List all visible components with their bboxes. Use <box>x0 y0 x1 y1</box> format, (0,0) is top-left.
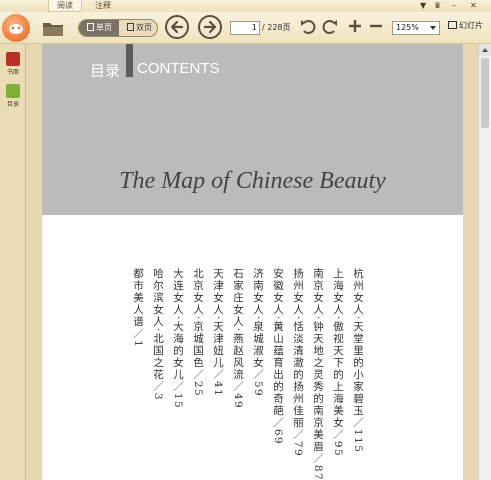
toc-entry[interactable]: 北京女人·京城国色／25 <box>192 268 204 397</box>
book-title: The Map of Chinese Beauty <box>119 168 386 194</box>
single-page-button[interactable]: 单页 <box>79 20 119 36</box>
zoom-select[interactable]: 125% <box>392 21 440 35</box>
tab-read[interactable]: 阅读 <box>48 0 82 12</box>
toc-entry[interactable]: 扬州女人·恬淡清澈的扬州佳丽／79 <box>292 268 304 457</box>
arrow-right-icon <box>203 20 217 34</box>
rotate-right-icon[interactable] <box>322 17 338 39</box>
toc-heading-cn: 目录 <box>90 62 121 80</box>
book-cover-icon <box>6 52 20 66</box>
zoom-value: 125% <box>396 23 419 32</box>
document-page: 目录 CONTENTS The Map of Chinese Beauty 杭州… <box>42 44 463 480</box>
decorative-bar <box>126 44 133 77</box>
slideshow-label: 幻灯片 <box>459 21 483 30</box>
scrollbar-thumb[interactable] <box>481 58 489 128</box>
left-sidebar: 书面 目录 <box>0 44 26 480</box>
toc-entry[interactable]: 济南女人·泉城淑女／59 <box>252 268 264 397</box>
zoom-out-icon[interactable] <box>368 17 384 39</box>
close-icon[interactable]: ✕ <box>470 1 477 10</box>
toc-heading-en: CONTENTS <box>137 60 220 77</box>
document-viewport[interactable]: 目录 CONTENTS The Map of Chinese Beauty 杭州… <box>26 44 478 480</box>
slideshow-button[interactable]: 幻灯片 <box>448 20 483 31</box>
double-page-icon <box>127 23 134 31</box>
open-folder-icon[interactable] <box>42 20 64 41</box>
sidebar-item-toc[interactable]: 目录 <box>3 84 23 108</box>
tab-annotate[interactable]: 注释 <box>86 0 120 12</box>
toc-entry[interactable]: 大连女人·大海的女儿／15 <box>172 268 184 409</box>
skin-icon[interactable]: ♛ <box>434 1 441 10</box>
settings-menu-icon[interactable]: ▼ <box>420 1 426 10</box>
toc-entry[interactable]: 安徽女人·黄山蕴育出的奇葩／69 <box>272 268 284 445</box>
toc-entry[interactable]: 石家庄女人·燕赵风流／49 <box>232 268 244 409</box>
page-number-input[interactable]: 1 <box>230 21 260 35</box>
previous-page-button[interactable] <box>165 15 189 39</box>
page-header-band: 目录 CONTENTS The Map of Chinese Beauty <box>42 44 463 215</box>
toc-entry[interactable]: 杭州女人·天堂里的小家碧玉／115 <box>352 268 364 453</box>
tab-strip: 阅读 注释 ▼ ♛ – ✕ <box>0 0 491 12</box>
toc-entry[interactable]: 哈尔滨女人·北国之花／3 <box>152 268 164 401</box>
single-page-label: 单页 <box>96 23 112 32</box>
double-page-button[interactable]: 双页 <box>119 20 157 36</box>
toc-entry[interactable]: 南京女人·钟天地之灵秀的南京美眉／87 <box>312 268 324 480</box>
toc-entry[interactable]: 上海女人·傲视天下的上海美女／95 <box>332 268 344 457</box>
scroll-up-icon[interactable] <box>479 44 491 56</box>
vertical-scrollbar[interactable] <box>478 44 491 480</box>
double-page-label: 双页 <box>136 23 152 32</box>
sidebar-item-label: 目录 <box>6 101 19 108</box>
arrow-left-icon <box>170 20 184 34</box>
toc-entry[interactable]: 都市美人谱／1 <box>132 268 144 348</box>
view-mode-toggle: 单页 双页 <box>78 19 158 37</box>
minimize-icon[interactable]: – <box>452 1 456 10</box>
next-page-button[interactable] <box>198 15 222 39</box>
slideshow-icon <box>448 21 457 29</box>
app-logo-icon[interactable] <box>2 14 30 42</box>
single-page-icon <box>87 23 94 31</box>
toc-list-icon <box>6 84 20 98</box>
toc-entry[interactable]: 天津女人·天津妞儿／41 <box>212 268 224 397</box>
sidebar-item-label: 书面 <box>6 69 19 76</box>
zoom-in-icon[interactable] <box>347 17 363 39</box>
total-pages-label: / 228页 <box>262 23 291 32</box>
rotate-left-icon[interactable] <box>300 17 316 39</box>
sidebar-item-shelf[interactable]: 书面 <box>3 52 23 76</box>
chevron-down-icon <box>430 26 436 30</box>
